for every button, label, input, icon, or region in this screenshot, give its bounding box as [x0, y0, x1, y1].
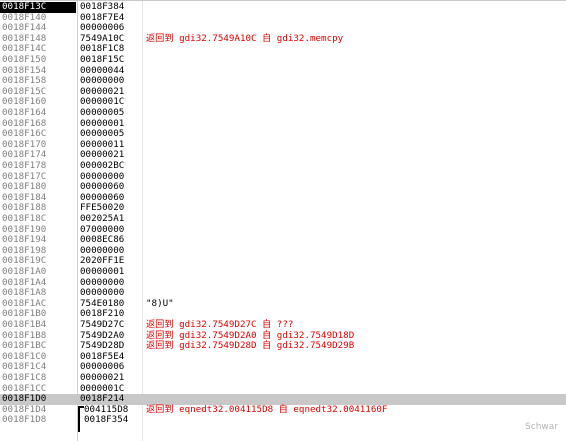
- watermark-text: Schwar: [525, 422, 558, 432]
- stack-address: 0018F1B4: [0, 319, 76, 331]
- stack-comment: 返回到 gdi32.7549D28D 自 gdi32.7549D29B: [146, 340, 355, 352]
- frame-bracket-icon: [78, 405, 84, 432]
- stack-value: 0018F15C: [80, 54, 125, 65]
- stack-row[interactable]: 0018F1B4 7549D27C 返回到 gdi32.7549D27C 自 ???: [0, 319, 566, 331]
- stack-address: 0018F1C8: [0, 372, 76, 384]
- stack-address: 0018F13C: [0, 1, 76, 13]
- stack-value: 00000001: [80, 266, 125, 277]
- stack-row[interactable]: 0018F164 00000005: [0, 107, 566, 119]
- stack-value: 0018F384: [80, 1, 125, 12]
- stack-row[interactable]: 0018F1C8 00000021: [0, 372, 566, 384]
- stack-row[interactable]: 0018F1D8 0018F354: [0, 415, 566, 426]
- stack-comment: 返回到 gdi32.7549D27C 自 ???: [146, 319, 294, 330]
- stack-comment: "8)U": [146, 297, 174, 309]
- stack-address: 0018F1D8: [0, 415, 76, 426]
- stack-value: 0018F354: [84, 414, 129, 426]
- stack-value: 00000021: [80, 372, 125, 383]
- stack-row[interactable]: 0018F18C 002025A1: [0, 213, 566, 225]
- stack-address: 0018F150: [0, 54, 76, 66]
- stack-value: 000002BC: [80, 160, 125, 171]
- stack-address: 0018F164: [0, 107, 76, 119]
- stack-comment: 返回到 eqnedt32.004115D8 自 eqnedt32.0041160…: [146, 403, 388, 415]
- stack-value: 7549D27C: [80, 319, 125, 330]
- stack-view-pane[interactable]: 0018F13C 0018F384 0018F140 0018F7E4 0018F144…: [0, 0, 566, 441]
- stack-row[interactable]: 0018F150 0018F15C: [0, 54, 566, 66]
- stack-row[interactable]: 0018F13C 0018F384: [0, 1, 566, 13]
- stack-value: 002025A1: [80, 213, 125, 224]
- stack-address: 0018F178: [0, 160, 76, 172]
- stack-row[interactable]: 0018F1A0 00000001: [0, 266, 566, 278]
- stack-address: 0018F1A0: [0, 266, 76, 278]
- stack-address: 0018F18C: [0, 213, 76, 225]
- stack-comment: 返回到 gdi32.7549A10C 自 gdi32.memcpy: [146, 32, 344, 44]
- stack-value: 00000005: [80, 107, 125, 118]
- stack-row[interactable]: 0018F178 000002BC: [0, 160, 566, 172]
